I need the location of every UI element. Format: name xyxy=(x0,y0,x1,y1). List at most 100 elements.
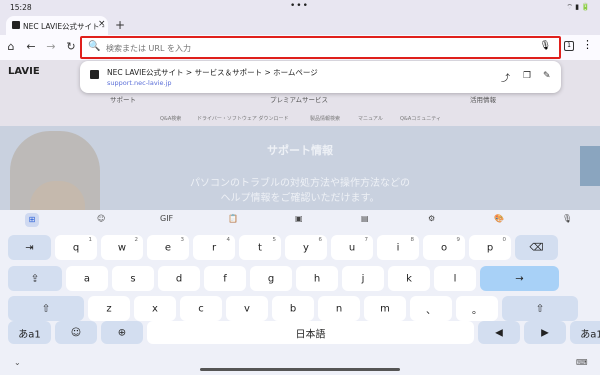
backspace-key[interactable]: ⌫ xyxy=(515,235,558,260)
key-label: m xyxy=(380,303,390,314)
input-mode-key-left[interactable]: あa1 xyxy=(8,321,51,344)
voice-search-icon[interactable]: 🎙 xyxy=(540,41,551,51)
subnav-community[interactable]: Q&Aコミュニティ xyxy=(400,115,441,122)
tab-title: NEC LAVIE公式サイト - xyxy=(23,21,105,31)
key-label: ⇧ xyxy=(41,303,51,314)
key-f[interactable]: f xyxy=(204,266,246,291)
edit-icon[interactable]: ✎ xyxy=(543,71,551,81)
cursor-left-key[interactable]: ◀ xyxy=(478,321,520,344)
subnav-qa[interactable]: Q&A検索 xyxy=(160,115,181,122)
gif-button[interactable]: GIF xyxy=(160,214,173,223)
nav-support[interactable]: サポート xyxy=(110,94,136,104)
home-icon[interactable]: ⌂ xyxy=(4,40,18,53)
hero-line-1: パソコンのトラブルの対処方法や操作方法などの xyxy=(190,178,410,189)
key-x[interactable]: x xyxy=(134,296,176,321)
key-secondary-label: 5 xyxy=(272,237,277,243)
screenshot-icon[interactable]: ▤ xyxy=(361,214,369,223)
key-label: ◀ xyxy=(495,327,503,338)
cursor-right-key[interactable]: ▶ xyxy=(524,321,566,344)
subnav-download[interactable]: ドライバー・ソフトウェア ダウンロード xyxy=(197,115,289,122)
left-shift-key[interactable]: ⇧ xyxy=(8,296,84,321)
key-q[interactable]: q1 xyxy=(55,235,97,260)
input-mode-key-right[interactable]: あa1 xyxy=(570,321,600,344)
subnav-manual[interactable]: マニュアル xyxy=(358,115,383,122)
menu-icon[interactable]: ⋮ xyxy=(582,38,593,51)
key-y[interactable]: y6 xyxy=(285,235,327,260)
caps-lock-key[interactable]: ⇪ xyxy=(8,266,62,291)
key-label: v xyxy=(244,303,250,314)
theme-icon[interactable]: 🎨 xyxy=(494,214,504,223)
ocr-icon[interactable]: ▣ xyxy=(295,214,303,223)
key-o[interactable]: o9 xyxy=(423,235,465,260)
key-secondary-label: 9 xyxy=(456,237,461,243)
key-n[interactable]: n xyxy=(318,296,360,321)
close-tab-icon[interactable]: × xyxy=(98,19,106,29)
nec-favicon-icon xyxy=(90,70,99,79)
key-d[interactable]: d xyxy=(158,266,200,291)
key-g[interactable]: g xyxy=(250,266,292,291)
key-i[interactable]: i8 xyxy=(377,235,419,260)
subnav-product[interactable]: 製品情報検索 xyxy=(310,115,340,122)
key-secondary-label: 1 xyxy=(88,237,93,243)
key-p[interactable]: p0 xyxy=(469,235,511,260)
key-secondary-label: 0 xyxy=(502,237,507,243)
new-tab-button[interactable]: + xyxy=(115,18,125,32)
key-label: ⌫ xyxy=(529,242,544,253)
reload-icon[interactable]: ↻ xyxy=(64,40,78,53)
address-bar[interactable]: 🔍 🎙 xyxy=(80,36,561,59)
gesture-handle[interactable] xyxy=(200,368,400,371)
sticker-icon[interactable]: ☺ xyxy=(97,214,105,223)
language-key[interactable]: ⊕ xyxy=(101,321,143,344)
emoji-key[interactable]: ☺ xyxy=(55,321,97,344)
key-r[interactable]: r4 xyxy=(193,235,235,260)
key-c[interactable]: c xyxy=(180,296,222,321)
key-label: → xyxy=(515,273,524,284)
back-icon[interactable]: ← xyxy=(24,40,38,53)
tab-key[interactable]: ⇥ xyxy=(8,235,51,260)
key-j[interactable]: j xyxy=(342,266,384,291)
nav-guide[interactable]: 活用情報 xyxy=(470,94,496,104)
key-label: ⇧ xyxy=(535,303,545,314)
hide-keyboard-icon[interactable]: ⌄ xyxy=(14,358,21,367)
key-label: あa1 xyxy=(580,329,600,340)
address-input[interactable] xyxy=(106,41,526,55)
key-label: あa1 xyxy=(18,329,41,340)
tab-switcher-button[interactable]: 1 xyxy=(564,41,574,51)
key-secondary-label: 6 xyxy=(318,237,323,243)
space-key[interactable]: 日本語 xyxy=(147,321,474,344)
key-e[interactable]: e3 xyxy=(147,235,189,260)
key-label: ⇥ xyxy=(25,242,34,253)
key-t[interactable]: t5 xyxy=(239,235,281,260)
site-logo[interactable]: LAVIE xyxy=(8,66,40,77)
enter-key[interactable]: → xyxy=(480,266,559,291)
status-bar: 15:28 ••• ⌔ ▮ 🔋 xyxy=(0,0,600,16)
share-icon[interactable]: ⤴ xyxy=(501,71,510,84)
copy-icon[interactable]: ❐ xyxy=(523,71,531,81)
key-l[interactable]: l xyxy=(434,266,476,291)
key-h[interactable]: h xyxy=(296,266,338,291)
key-label: s xyxy=(130,273,136,284)
key-u[interactable]: u7 xyxy=(331,235,373,260)
key-m[interactable]: m xyxy=(364,296,406,321)
keyboard-mic-icon[interactable]: 🎙 xyxy=(562,214,572,223)
apps-grid-icon[interactable]: ⊞ xyxy=(25,213,39,227)
switch-keyboard-icon[interactable]: ⌨ xyxy=(576,358,588,367)
omnibox-suggestion[interactable]: NEC LAVIE公式サイト > サービス＆サポート > ホームページ supp… xyxy=(80,61,561,93)
forward-icon[interactable]: → xyxy=(44,40,58,53)
right-shift-key[interactable]: ⇧ xyxy=(502,296,578,321)
key-z[interactable]: z xyxy=(88,296,130,321)
key-s[interactable]: s xyxy=(112,266,154,291)
nav-premium[interactable]: プレミアムサービス xyxy=(270,94,328,104)
settings-icon[interactable]: ⚙ xyxy=(428,214,435,223)
key-v[interactable]: v xyxy=(226,296,268,321)
key-w[interactable]: w2 xyxy=(101,235,143,260)
key-k[interactable]: k xyxy=(388,266,430,291)
key-a[interactable]: a xyxy=(66,266,108,291)
key-b[interactable]: b xyxy=(272,296,314,321)
browser-tab[interactable]: NEC LAVIE公式サイト - × xyxy=(6,16,108,35)
comma-key[interactable]: 、 xyxy=(410,296,452,321)
clipboard-icon[interactable]: 📋 xyxy=(228,214,238,223)
chat-side-tab[interactable] xyxy=(580,146,600,186)
period-key[interactable]: 。 xyxy=(456,296,498,321)
key-label: n xyxy=(335,303,343,314)
